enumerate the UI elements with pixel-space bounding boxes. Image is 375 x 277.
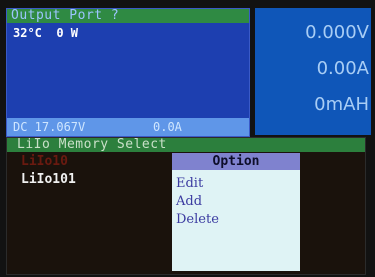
memory-select-header: LiIo Memory Select — [7, 137, 365, 152]
option-popup-header: Option — [172, 153, 300, 170]
memory-item-liio10[interactable]: LiIo10 — [21, 154, 68, 169]
option-add[interactable]: Add — [176, 194, 202, 209]
measurement-readout-panel: 0.000V 0.00A 0mAH — [255, 8, 371, 135]
dc-input-voltage: DC 17.067V — [13, 120, 86, 134]
option-popup-title: Option — [212, 154, 260, 169]
output-port-header: Output Port ? — [7, 8, 249, 23]
memory-item-liio101[interactable]: LiIo101 — [21, 172, 76, 187]
option-popup-menu: Option Edit Add Delete — [172, 153, 300, 271]
capacity-readout: 0mAH — [314, 94, 369, 115]
output-port-title: Output Port ? — [11, 8, 120, 23]
output-port-footer: DC 17.067V 0.0A — [7, 118, 249, 136]
temperature-power-readout: 32°C 0 W — [13, 26, 79, 40]
current-readout: 0.00A — [316, 58, 369, 79]
dc-input-current: 0.0A — [153, 120, 182, 134]
option-delete[interactable]: Delete — [176, 212, 219, 227]
memory-select-title: LiIo Memory Select — [17, 137, 167, 152]
charger-screen: Output Port ? 32°C 0 W DC 17.067V 0.0A 0… — [0, 0, 375, 277]
option-edit[interactable]: Edit — [176, 176, 203, 191]
output-port-panel: Output Port ? 32°C 0 W DC 17.067V 0.0A — [6, 8, 250, 137]
voltage-readout: 0.000V — [305, 22, 369, 43]
